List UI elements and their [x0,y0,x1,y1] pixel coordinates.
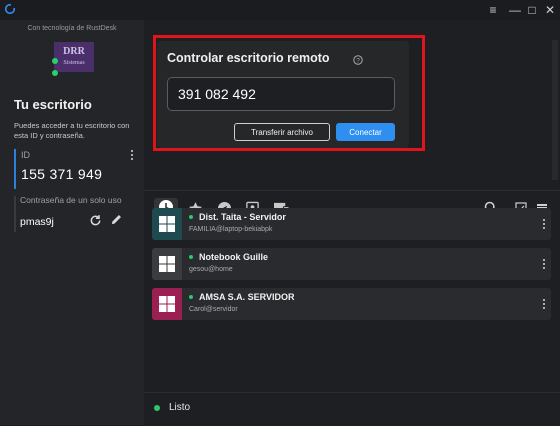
peer-user: FAMILIA@laptop-bekiabpk [189,226,273,233]
status-text: Listo [169,402,191,413]
whatsapp-contact-1 [52,58,58,64]
more-vert-icon[interactable] [542,298,546,310]
peer-user: Carol@servidor [189,306,238,313]
windows-icon [152,248,182,280]
svg-text:Sistemas: Sistemas [63,60,85,66]
peer-card[interactable]: AMSA S.A. SERVIDOR Carol@servidor [152,288,551,320]
more-vert-icon[interactable] [128,149,136,161]
your-desktop-title: Tu escritorio [14,97,92,112]
peer-user: gesou@home [189,266,233,273]
refresh-icon[interactable] [89,214,102,227]
maximize-button[interactable]: □ [523,2,541,18]
whatsapp-icon [52,70,58,76]
your-desktop-description: Puedes acceder a tu escritorio con esta … [14,121,130,140]
highlight-annotation [153,35,425,151]
divider [144,190,560,191]
windows-icon [152,208,182,240]
scrollbar[interactable] [552,40,558,180]
windows-icon [152,288,182,320]
whatsapp-contact-2 [52,70,58,76]
peer-card[interactable]: Notebook Guille gesou@home [152,248,551,280]
more-vert-icon[interactable] [542,218,546,230]
edit-icon[interactable] [110,213,123,226]
peer-name: AMSA S.A. SERVIDOR [199,292,295,302]
rustdesk-logo-icon [4,3,16,15]
online-status-dot [189,295,193,299]
menu-button[interactable]: ≡ [484,2,502,18]
peer-name: Dist. Taita - Servidor [199,212,286,222]
more-vert-icon[interactable] [542,258,546,270]
status-bar: Listo [144,392,560,426]
sidebar: Con tecnología de RustDesk DRR Sistemas … [0,20,144,425]
password-value[interactable]: pmas9j [20,216,54,228]
id-label: ID [21,150,30,160]
peer-card[interactable]: Dist. Taita - Servidor FAMILIA@laptop-bek… [152,208,551,240]
online-status-dot [189,215,193,219]
powered-by-text: Con tecnología de RustDesk [27,25,117,32]
whatsapp-icon [52,58,58,64]
title-bar: ≡ — □ ✕ [0,0,560,20]
peer-name: Notebook Guille [199,252,269,262]
brand-logo: DRR Sistemas [54,42,94,72]
password-label: Contraseña de un solo uso [20,195,122,205]
svg-text:DRR: DRR [63,46,85,57]
status-online-indicator [154,405,160,411]
close-button[interactable]: ✕ [541,2,559,18]
id-block: ID 155 371 949 [14,149,134,189]
online-status-dot [189,255,193,259]
id-value[interactable]: 155 371 949 [21,166,102,182]
minimize-button[interactable]: — [506,2,524,18]
password-divider [14,196,16,232]
